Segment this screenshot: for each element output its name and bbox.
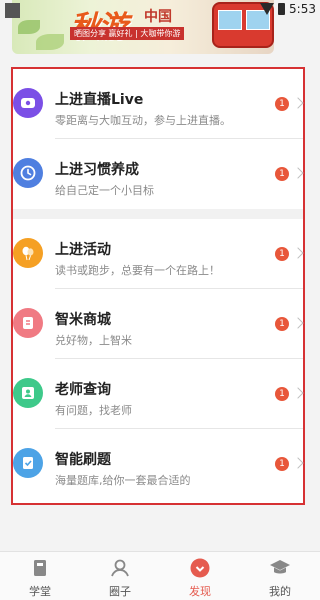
notification-badge: 1 — [275, 97, 289, 111]
leaf-decoration — [18, 20, 40, 34]
item-title: 上进习惯养成 — [55, 162, 139, 178]
notification-badge: 1 — [275, 317, 289, 331]
item-desc: 海量题库,给你一套最合适的 — [55, 474, 191, 487]
graduation-cap-icon — [269, 557, 291, 579]
item-desc: 给自己定一个小目标 — [55, 184, 154, 197]
battery-icon — [278, 3, 286, 15]
item-title: 上进活动 — [55, 242, 111, 258]
item-desc: 兑好物，上智米 — [55, 334, 132, 347]
section-gap — [13, 209, 303, 219]
nav-label: 学堂 — [29, 585, 51, 598]
status-bar: 5:53 — [0, 0, 320, 22]
notification-badge: 1 — [275, 167, 289, 181]
item-title: 智米商城 — [55, 312, 111, 328]
list-item-habit[interactable]: 上进习惯养成 给自己定一个小目标 1 — [13, 139, 304, 209]
item-desc: 有问题，找老师 — [55, 404, 132, 417]
discover-icon — [189, 557, 211, 579]
nav-label: 圈子 — [109, 585, 131, 598]
tab-xuetang[interactable]: 学堂 — [0, 552, 80, 600]
list-item-shop[interactable]: 智米商城 兑好物，上智米 1 — [13, 289, 304, 359]
chevron-right-icon — [292, 167, 304, 179]
notification-icon — [5, 3, 20, 18]
quiz-icon — [13, 448, 43, 478]
list-item-quiz[interactable]: 智能刷题 海量题库,给你一套最合适的 1 — [13, 429, 304, 499]
book-icon — [29, 557, 51, 579]
list-item-live[interactable]: 上进直播Live 零距离与大咖互动，参与上进直播。 1 — [13, 69, 304, 139]
notification-badge: 1 — [275, 457, 289, 471]
chevron-right-icon — [292, 317, 304, 329]
notification-badge: 1 — [275, 247, 289, 261]
chevron-right-icon — [292, 97, 304, 109]
leaf-decoration — [36, 34, 64, 50]
clock-icon — [13, 158, 43, 188]
bottom-nav: 学堂 圈子 发现 我的 — [0, 551, 320, 600]
tab-quanzi[interactable]: 圈子 — [80, 552, 160, 600]
wifi-icon — [260, 3, 275, 15]
nav-label: 我的 — [269, 585, 291, 598]
chevron-right-icon — [292, 457, 304, 469]
tab-faxian[interactable]: 发现 — [160, 552, 240, 600]
discover-list: 上进直播Live 零距离与大咖互动，参与上进直播。 1 上进习惯养成 给自己定一… — [11, 67, 305, 505]
nav-label: 发现 — [189, 585, 211, 598]
banner-strip: 晒图分享 赢好礼 | 大咖带你游 — [70, 27, 185, 40]
chevron-right-icon — [292, 247, 304, 259]
chevron-right-icon — [292, 387, 304, 399]
shop-icon — [13, 308, 43, 338]
balloon-icon — [13, 238, 43, 268]
list-item-teacher[interactable]: 老师查询 有问题，找老师 1 — [13, 359, 304, 429]
item-desc: 读书或跑步，总要有一个在路上！ — [55, 264, 220, 277]
list-item-activity[interactable]: 上进活动 读书或跑步，总要有一个在路上！ 1 — [13, 219, 304, 289]
item-title: 智能刷题 — [55, 452, 111, 468]
live-icon — [13, 88, 43, 118]
teacher-icon — [13, 378, 43, 408]
notification-badge: 1 — [275, 387, 289, 401]
status-time: 5:53 — [289, 2, 316, 16]
tab-wode[interactable]: 我的 — [240, 552, 320, 600]
people-icon — [109, 557, 131, 579]
item-title: 老师查询 — [55, 382, 111, 398]
item-title: 上进直播Live — [55, 92, 144, 108]
item-desc: 零距离与大咖互动，参与上进直播。 — [55, 114, 231, 127]
